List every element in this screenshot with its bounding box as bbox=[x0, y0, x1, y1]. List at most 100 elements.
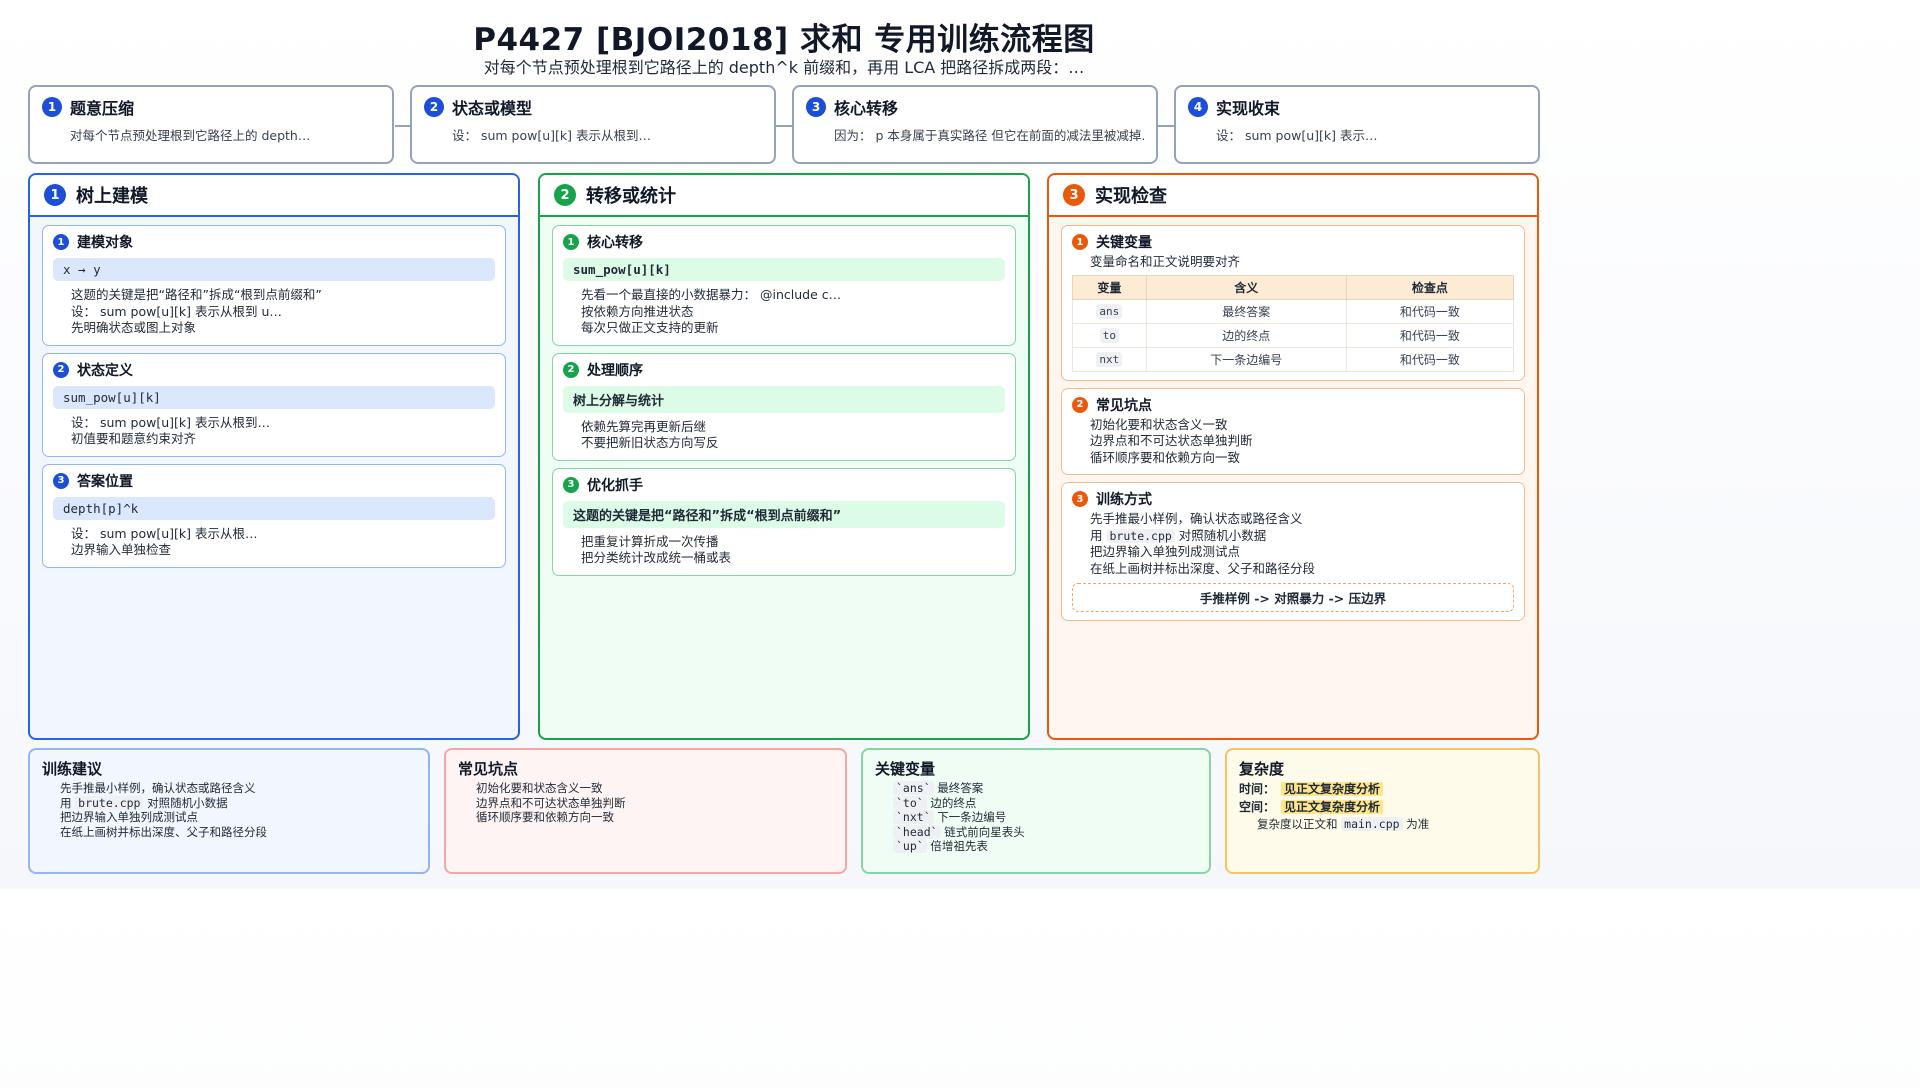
inline-code: `nxt` bbox=[893, 810, 934, 824]
list-item: 设： sum pow[u][k] 表示从根… bbox=[71, 526, 495, 543]
card-answer-position: 3答案位置 depth[p]^k 设： sum pow[u][k] 表示从根… … bbox=[42, 463, 506, 568]
step-text: 设： sum pow[u][k] 表示… bbox=[1216, 128, 1378, 143]
list-item: 用 brute.cpp 对照随机小数据 bbox=[1090, 528, 1514, 545]
list-item: `head` 链式前向星表头 bbox=[893, 824, 1197, 840]
list-item: 边界点和不可达状态单独判断 bbox=[1090, 433, 1514, 450]
list-item: 这题的关键是把“路径和”拆成“根到点前缀和” bbox=[71, 287, 495, 304]
time-complexity: 时间： 见正文复杂度分析 bbox=[1239, 781, 1526, 797]
card-number-badge: 3 bbox=[53, 472, 69, 489]
list-item: 把边界输入单独列成测试点 bbox=[1090, 544, 1514, 561]
card-number-badge: 3 bbox=[1072, 491, 1088, 507]
step-title: 实现收束 bbox=[1216, 99, 1281, 118]
highlight-chip: 树上分解与统计 bbox=[563, 385, 1005, 413]
column-number-badge: 3 bbox=[1063, 184, 1085, 206]
card-title: 优化抓手 bbox=[587, 477, 643, 494]
list-item: 先明确状态或图上对象 bbox=[71, 320, 495, 337]
inline-code: `up` bbox=[893, 839, 927, 853]
code-chip: sum_pow[u][k] bbox=[563, 258, 1005, 281]
list-item: 不要把新旧状态方向写反 bbox=[581, 435, 1005, 452]
list-item: 每次只做正文支持的更新 bbox=[581, 320, 1005, 337]
text-fragment: 对照随机小数据 bbox=[1178, 527, 1267, 543]
step-number-badge: 1 bbox=[42, 97, 62, 117]
card-number-badge: 1 bbox=[1072, 234, 1088, 250]
highlight-chip: 这题的关键是把“路径和”拆成“根到点前缀和” bbox=[563, 500, 1005, 528]
card-training-method: 3 训练方式 先手推最小样例，确认状态或路径含义 用 brute.cpp 对照随机… bbox=[1061, 482, 1525, 621]
list-item: 初始化要和状态含义一致 bbox=[1090, 417, 1514, 434]
list-item: 初值要和题意约束对齐 bbox=[71, 431, 495, 448]
card-title: 关键变量 bbox=[1096, 235, 1152, 251]
code-chip: sum_pow[u][k] bbox=[53, 385, 495, 409]
list-item: `ans` 最终答案 bbox=[893, 781, 1197, 796]
list-item: `nxt` 下一条边编号 bbox=[893, 810, 1197, 825]
column-implementation-check: 3 实现检查 1 关键变量 变量命名和正文说明要对齐 变量 含义 检查点 ans … bbox=[1047, 173, 1539, 740]
card-title: 建模对象 bbox=[77, 235, 133, 251]
table-header: 变量 bbox=[1072, 274, 1147, 300]
column-number-badge: 1 bbox=[44, 184, 66, 206]
card-number-badge: 3 bbox=[563, 476, 579, 493]
card-modeling-object: 1 建模对象 x → y 这题的关键是把“路径和”拆成“根到点前缀和” 设： su… bbox=[42, 225, 506, 346]
list-item: `up` 倍增祖先表 bbox=[893, 839, 1197, 854]
variable-check: 和代码一致 bbox=[1345, 322, 1515, 348]
key-variables-box: 关键变量 `ans` 最终答案 `to` 边的终点 `nxt` 下一条边编号 `… bbox=[861, 748, 1211, 874]
text-fragment: 下一条边编号 bbox=[937, 810, 1007, 824]
step-text: 因为： p 本身属于真实路径 但它在前面的减法里被减掉… bbox=[834, 128, 1144, 143]
box-title: 常见坑点 bbox=[458, 760, 519, 778]
common-pitfalls-box: 常见坑点 初始化要和状态含义一致 边界点和不可达状态单独判断 循环顺序要和依赖方… bbox=[444, 748, 847, 874]
list-item: 先手推最小样例，确认状态或路径含义 bbox=[1090, 511, 1514, 528]
list-item: 把重复计算折成一次传播 bbox=[581, 534, 1005, 551]
code-chip: x → y bbox=[53, 258, 495, 281]
step-title: 题意压缩 bbox=[70, 99, 135, 118]
step-text: 设： sum pow[u][k] 表示从根到… bbox=[452, 128, 652, 143]
text-fragment: 最终答案 bbox=[937, 781, 984, 795]
inline-code: brute.cpp bbox=[75, 795, 144, 810]
training-advice-box: 训练建议 先手推最小样例，确认状态或路径含义 用 brute.cpp 对照随机小… bbox=[28, 748, 430, 874]
inline-code: `head` bbox=[893, 824, 941, 839]
list-item: 在纸上画树并标出深度、父子和路径分段 bbox=[60, 825, 416, 840]
list-item: 初始化要和状态含义一致 bbox=[476, 781, 833, 796]
text-fragment: 用 bbox=[1090, 527, 1103, 543]
card-title: 核心转移 bbox=[587, 235, 643, 251]
value: 见正文复杂度分析 bbox=[1281, 782, 1384, 796]
list-item: 变量命名和正文说明要对齐 bbox=[1090, 254, 1514, 271]
list-item: 在纸上画树并标出深度、父子和路径分段 bbox=[1090, 561, 1514, 578]
column-header: 2 转移或统计 bbox=[540, 175, 1028, 217]
column-header: 1 树上建模 bbox=[30, 175, 518, 217]
flow-step-1: 1 题意压缩 对每个节点预处理根到它路径上的 depth… bbox=[28, 85, 394, 164]
table-header: 检查点 bbox=[1345, 274, 1515, 300]
card-number-badge: 2 bbox=[53, 361, 69, 378]
list-item: 先手推最小样例，确认状态或路径含义 bbox=[60, 781, 416, 796]
text-fragment: 为准 bbox=[1406, 817, 1430, 831]
step-number-badge: 4 bbox=[1188, 97, 1208, 117]
list-item: 先看一个最直接的小数据暴力： @include c… bbox=[581, 287, 1005, 304]
column-transition-statistics: 2 转移或统计 1 核心转移 sum_pow[u][k] 先看一个最直接的小数据暴… bbox=[538, 173, 1030, 740]
variable-check: 和代码一致 bbox=[1345, 346, 1515, 372]
inline-code: main.cpp bbox=[1341, 817, 1403, 831]
card-title: 常见坑点 bbox=[1096, 397, 1152, 414]
list-item: 设： sum pow[u][k] 表示从根到… bbox=[71, 415, 495, 432]
column-title: 转移或统计 bbox=[586, 186, 676, 207]
variable-meaning: 边的终点 bbox=[1145, 322, 1347, 348]
list-item: 循环顺序要和依赖方向一致 bbox=[476, 810, 833, 825]
card-number-badge: 2 bbox=[1072, 396, 1088, 413]
list-item: 按依赖方向推进状态 bbox=[581, 304, 1005, 321]
list-item: 用 brute.cpp 对照随机小数据 bbox=[60, 795, 416, 811]
code-chip: depth[p]^k bbox=[53, 496, 495, 520]
training-flow-box: 手推样例 -> 对照暴力 -> 压边界 bbox=[1072, 583, 1514, 612]
table-row: nxt 下一条边编号 和代码一致 bbox=[1072, 346, 1515, 372]
box-title: 复杂度 bbox=[1239, 760, 1285, 778]
table-row: to 边的终点 和代码一致 bbox=[1072, 322, 1515, 348]
card-common-pitfalls: 2 常见坑点 初始化要和状态含义一致 边界点和不可达状态单独判断 循环顺序要和依赖… bbox=[1061, 387, 1525, 475]
page-subtitle: 对每个节点预处理根到它路径上的 depth^k 前缀和，再用 LCA 把路径拆成… bbox=[483, 58, 1085, 77]
page-title: P4427 [BJOI2018] 求和 专用训练流程图 bbox=[473, 22, 1095, 58]
variable-meaning: 最终答案 bbox=[1145, 298, 1347, 324]
flow-step-2: 2 状态或模型 设： sum pow[u][k] 表示从根到… bbox=[410, 85, 776, 164]
inline-code: `ans` bbox=[893, 781, 934, 795]
variable-check: 和代码一致 bbox=[1345, 298, 1515, 324]
column-title: 树上建模 bbox=[76, 186, 148, 207]
column-header: 3 实现检查 bbox=[1049, 175, 1537, 217]
card-key-variables: 1 关键变量 变量命名和正文说明要对齐 变量 含义 检查点 ans 最终答案 和代… bbox=[1061, 225, 1525, 381]
card-title: 训练方式 bbox=[1096, 492, 1152, 508]
column-number-badge: 2 bbox=[554, 184, 576, 206]
space-complexity: 空间： 见正文复杂度分析 bbox=[1239, 799, 1526, 815]
inline-code: `to` bbox=[893, 795, 927, 810]
